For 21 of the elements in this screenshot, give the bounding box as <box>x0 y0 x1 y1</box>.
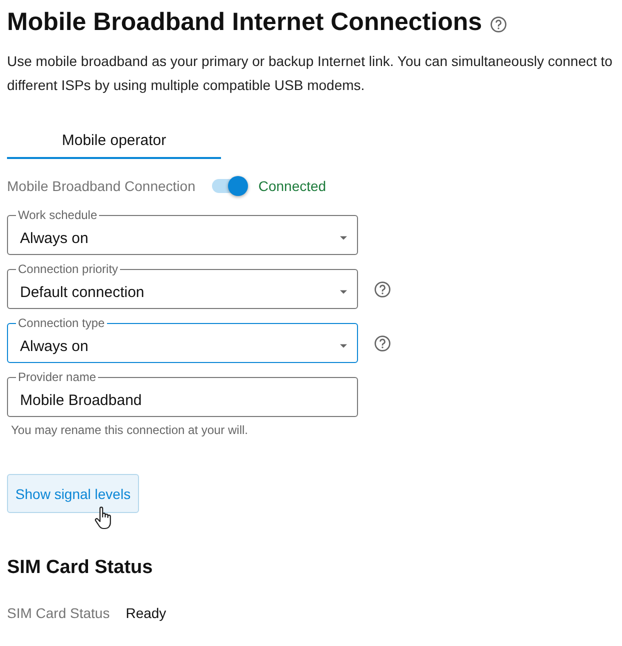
help-icon[interactable] <box>490 16 508 32</box>
input-field[interactable]: Provider name Mobile Broadband <box>7 370 358 417</box>
dropdown-field[interactable]: Connection priority Default connection <box>7 262 358 309</box>
hand-cursor-icon <box>94 506 112 530</box>
connection-status: Connected <box>258 178 326 194</box>
dropdown-field[interactable]: Work schedule Always on <box>7 208 358 255</box>
caret-icon <box>340 290 347 294</box>
page-description: Use mobile broadband as your primary or backup Internet link. You can simultaneously connect to different ISPs by using multiple compatible USB modems. <box>7 52 614 95</box>
help-icon[interactable] <box>374 335 391 352</box>
toggle-switch[interactable] <box>212 179 246 193</box>
page-title: Mobile Broadband Internet Connections <box>7 8 482 36</box>
section-heading: SIM Card Status <box>7 557 154 579</box>
caret-icon <box>340 344 347 348</box>
help-icon[interactable] <box>374 281 391 298</box>
dropdown-field[interactable]: Connection type Always on <box>7 316 358 363</box>
caret-icon <box>340 236 347 240</box>
status-label: SIM Card Status <box>7 605 110 621</box>
field-hint: You may rename this connection at your will. <box>11 423 250 437</box>
connection-label: Mobile Broadband Connection <box>7 178 196 194</box>
tab[interactable]: Mobile operator <box>7 123 221 159</box>
status-value: Ready <box>126 605 166 621</box>
